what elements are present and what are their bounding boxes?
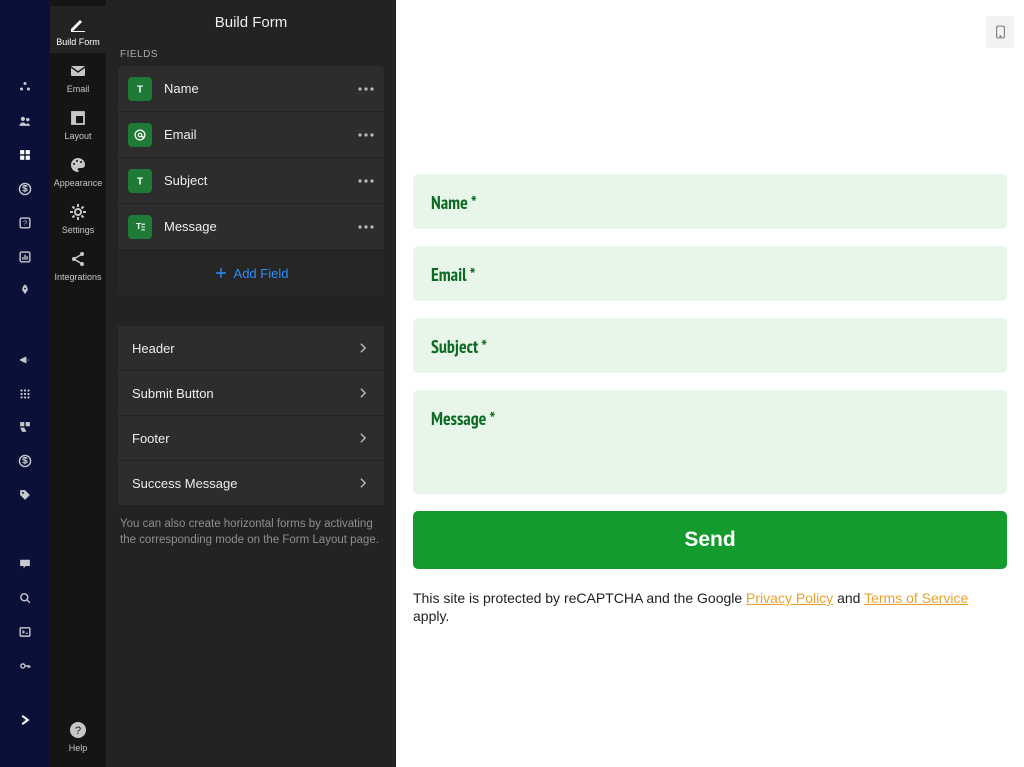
terminal-icon[interactable] (15, 625, 35, 639)
field-label: Email (164, 127, 346, 142)
chevron-right-icon (356, 431, 370, 445)
primary-nav (0, 0, 50, 767)
device-mobile-toggle[interactable] (986, 16, 1014, 48)
section-success-message[interactable]: Success Message (118, 461, 384, 506)
secondary-nav: Build Form Email Layout Appearance Setti… (50, 0, 106, 767)
field-row-name[interactable]: Name (118, 66, 384, 112)
panel-sections: Header Submit Button Footer Success Mess… (118, 326, 384, 506)
org-icon[interactable] (15, 80, 35, 94)
subnav-label: Help (69, 743, 88, 753)
form-label: Email * (431, 263, 989, 286)
subnav-layout[interactable]: Layout (50, 100, 106, 147)
field-row-message[interactable]: Message (118, 204, 384, 250)
chevron-right-icon (356, 341, 370, 355)
add-field-button[interactable]: Add Field (118, 250, 384, 296)
tag-icon[interactable] (15, 488, 35, 502)
form-label: Name * (431, 191, 989, 214)
submit-button[interactable]: Send (413, 511, 1007, 569)
plus-icon (214, 266, 228, 280)
form-field-subject[interactable]: Subject * (413, 318, 1007, 373)
subnav-label: Settings (62, 225, 95, 235)
subnav-label: Build Form (56, 37, 100, 47)
section-label: Header (132, 341, 175, 356)
question-icon (68, 720, 88, 740)
megaphone-icon[interactable] (15, 353, 35, 367)
dollar2-icon[interactable] (15, 454, 35, 468)
section-label: Submit Button (132, 386, 214, 401)
text-icon (128, 169, 152, 193)
more-icon[interactable] (358, 179, 374, 183)
stats-icon[interactable] (15, 250, 35, 264)
section-submit-button[interactable]: Submit Button (118, 371, 384, 416)
chat-icon[interactable] (15, 557, 35, 571)
chevron-right-icon (356, 386, 370, 400)
field-row-subject[interactable]: Subject (118, 158, 384, 204)
build-form-panel: Build Form FIELDS Name Email Subject Mes… (106, 0, 396, 767)
gear-icon (68, 202, 88, 222)
recaptcha-notice: This site is protected by reCAPTCHA and … (413, 589, 1007, 625)
submit-label: Send (684, 528, 735, 552)
form-field-email[interactable]: Email * (413, 246, 1007, 301)
terms-of-service-link[interactable]: Terms of Service (864, 590, 968, 606)
panel-title: Build Form (118, 14, 384, 31)
form-preview: Name * Email * Subject * Message * Send … (396, 0, 1024, 767)
help-icon[interactable] (15, 216, 35, 230)
share-icon (68, 249, 88, 269)
rocket-icon[interactable] (15, 283, 35, 297)
search-icon[interactable] (15, 591, 35, 605)
blocks-icon[interactable] (15, 420, 35, 434)
subnav-help[interactable]: Help (50, 712, 106, 759)
textarea-icon (128, 215, 152, 239)
subnav-appearance[interactable]: Appearance (50, 147, 106, 194)
apps-icon[interactable] (15, 148, 35, 162)
form-label: Message * (431, 407, 989, 430)
key-icon[interactable] (15, 659, 35, 673)
fields-list: Name Email Subject Message Add Field (118, 66, 384, 296)
palette-icon (68, 155, 88, 175)
chevron-right-icon (356, 476, 370, 490)
subnav-email[interactable]: Email (50, 53, 106, 100)
more-icon[interactable] (358, 225, 374, 229)
subnav-build-form[interactable]: Build Form (50, 6, 106, 53)
field-label: Message (164, 219, 346, 234)
subnav-label: Layout (64, 131, 91, 141)
text-icon (128, 77, 152, 101)
more-icon[interactable] (358, 133, 374, 137)
mail-icon (68, 61, 88, 81)
field-label: Name (164, 81, 346, 96)
field-label: Subject (164, 173, 346, 188)
field-row-email[interactable]: Email (118, 112, 384, 158)
layout-icon (68, 108, 88, 128)
fields-section-label: FIELDS (120, 49, 382, 60)
subnav-label: Appearance (54, 178, 103, 188)
subnav-label: Integrations (54, 272, 101, 282)
form-field-message[interactable]: Message * (413, 390, 1007, 494)
add-field-label: Add Field (234, 266, 289, 281)
section-label: Success Message (132, 476, 238, 491)
form-label: Subject * (431, 335, 989, 358)
panel-hint: You can also create horizontal forms by … (120, 516, 382, 548)
section-header[interactable]: Header (118, 326, 384, 371)
grid-icon[interactable] (15, 387, 35, 401)
section-footer[interactable]: Footer (118, 416, 384, 461)
subnav-settings[interactable]: Settings (50, 194, 106, 241)
section-label: Footer (132, 431, 170, 446)
pencil-icon (68, 14, 88, 34)
subnav-integrations[interactable]: Integrations (50, 241, 106, 288)
dollar-icon[interactable] (15, 182, 35, 196)
at-icon (128, 123, 152, 147)
subnav-label: Email (67, 84, 90, 94)
more-icon[interactable] (358, 87, 374, 91)
form-field-name[interactable]: Name * (413, 174, 1007, 229)
users-icon[interactable] (15, 114, 35, 128)
expand-icon[interactable] (15, 713, 35, 727)
phone-icon (994, 22, 1007, 42)
privacy-policy-link[interactable]: Privacy Policy (746, 590, 833, 606)
